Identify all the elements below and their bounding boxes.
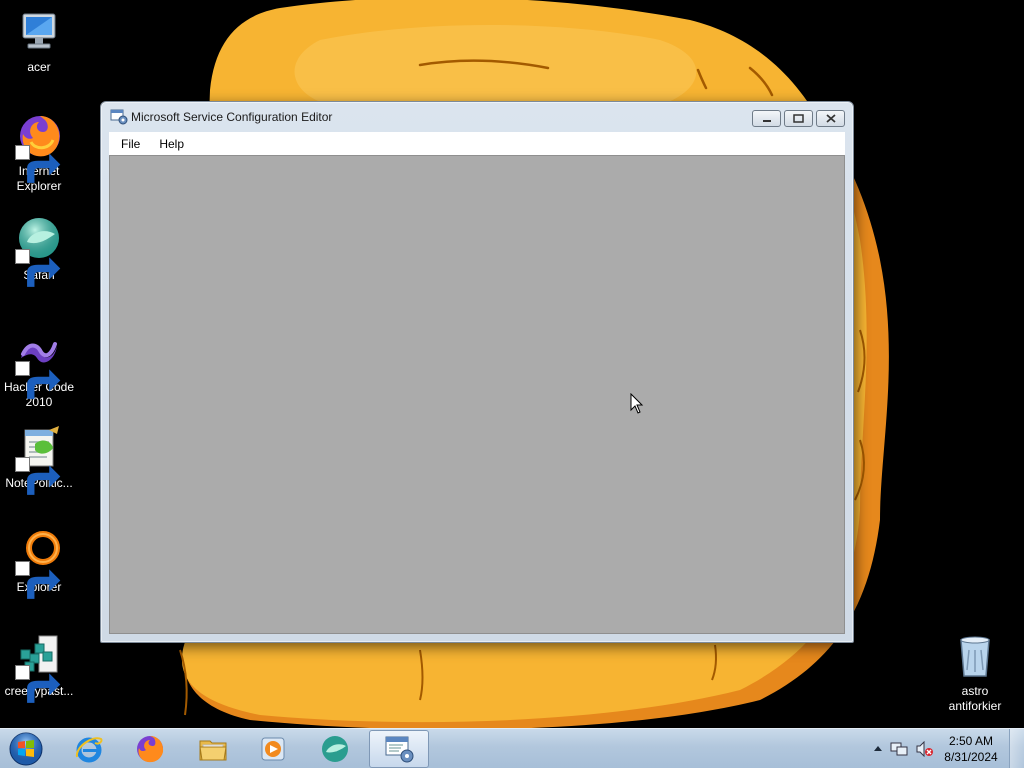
service-config-editor-window[interactable]: Microsoft Service Configuration Editor F… xyxy=(100,101,854,643)
desktop-icon-recycle-bin[interactable]: astro antiforkier xyxy=(936,632,1014,714)
internet-explorer-icon xyxy=(75,737,103,763)
taskbar: 2:50 AM 8/31/2024 xyxy=(0,728,1024,768)
caption-buttons xyxy=(752,110,845,127)
visual-studio-icon xyxy=(15,328,63,399)
shortcut-arrow-icon xyxy=(15,249,61,287)
registry-editor-icon xyxy=(15,632,63,703)
taskbar-file-explorer[interactable] xyxy=(184,730,242,768)
desktop-icon-safari[interactable]: Safari xyxy=(0,216,78,287)
computer-icon xyxy=(15,8,63,56)
desktop-icon-internet-explorer[interactable]: Internet Explorer xyxy=(0,112,78,194)
show-hidden-icons-arrow[interactable] xyxy=(874,745,882,751)
client-area[interactable] xyxy=(109,155,845,634)
orange-ring-icon xyxy=(15,528,63,599)
recycle-bin-icon xyxy=(951,632,999,680)
volume-muted-icon[interactable] xyxy=(916,741,934,757)
notification-area: 2:50 AM 8/31/2024 xyxy=(864,729,1024,768)
maximize-button[interactable] xyxy=(784,110,813,127)
window-title: Microsoft Service Configuration Editor xyxy=(131,110,333,124)
minimize-icon xyxy=(762,119,771,122)
network-icon[interactable] xyxy=(890,741,908,757)
shortcut-arrow-icon xyxy=(15,665,61,703)
minimize-button[interactable] xyxy=(752,110,781,127)
window-title-bar[interactable]: Microsoft Service Configuration Editor xyxy=(101,102,853,132)
taskbar-media-player[interactable] xyxy=(244,730,302,768)
show-desktop-button[interactable] xyxy=(1009,729,1024,768)
desktop-icon-notepolitic[interactable]: NotePolitic... xyxy=(0,424,78,495)
desktop-icon-label: astro antiforkier xyxy=(948,684,1002,713)
firefox-icon xyxy=(15,112,63,183)
shortcut-arrow-icon xyxy=(15,361,61,399)
desktop-icon-hacker-code-2010[interactable]: Hacker Code 2010 xyxy=(0,328,78,410)
notepad-icon xyxy=(15,424,63,495)
desktop-icon-explorer[interactable]: Explorer xyxy=(0,528,78,599)
service-config-editor-icon xyxy=(110,109,128,125)
close-button[interactable] xyxy=(816,110,845,127)
taskbar-service-config-editor[interactable] xyxy=(369,730,429,768)
shortcut-arrow-icon xyxy=(15,145,61,183)
menu-file[interactable]: File xyxy=(114,137,147,151)
start-button[interactable] xyxy=(5,730,47,768)
media-player-icon xyxy=(261,737,285,761)
taskbar-internet-explorer[interactable] xyxy=(60,730,118,768)
menu-bar: File Help xyxy=(109,132,845,155)
clock-time: 2:50 AM xyxy=(948,734,994,748)
file-explorer-icon xyxy=(199,740,227,761)
clock-date: 8/31/2024 xyxy=(944,750,998,764)
firefox-icon xyxy=(137,736,164,763)
taskbar-firefox[interactable] xyxy=(121,730,179,768)
mouse-cursor-icon xyxy=(630,393,644,414)
menu-help[interactable]: Help xyxy=(152,137,191,151)
close-icon xyxy=(825,114,836,123)
safari-icon xyxy=(15,216,63,287)
taskbar-safari[interactable] xyxy=(306,730,364,768)
shortcut-arrow-icon xyxy=(15,561,61,599)
service-config-editor-icon xyxy=(385,736,414,763)
desktop-icon-creepypasta[interactable]: creepypast... xyxy=(0,632,78,703)
desktop-icon-label: acer xyxy=(27,60,51,74)
system-clock[interactable]: 2:50 AM 8/31/2024 xyxy=(940,733,1002,765)
safari-icon xyxy=(322,736,348,762)
shortcut-arrow-icon xyxy=(15,457,61,495)
maximize-icon xyxy=(793,114,804,123)
desktop-icon-acer[interactable]: acer xyxy=(0,8,78,75)
